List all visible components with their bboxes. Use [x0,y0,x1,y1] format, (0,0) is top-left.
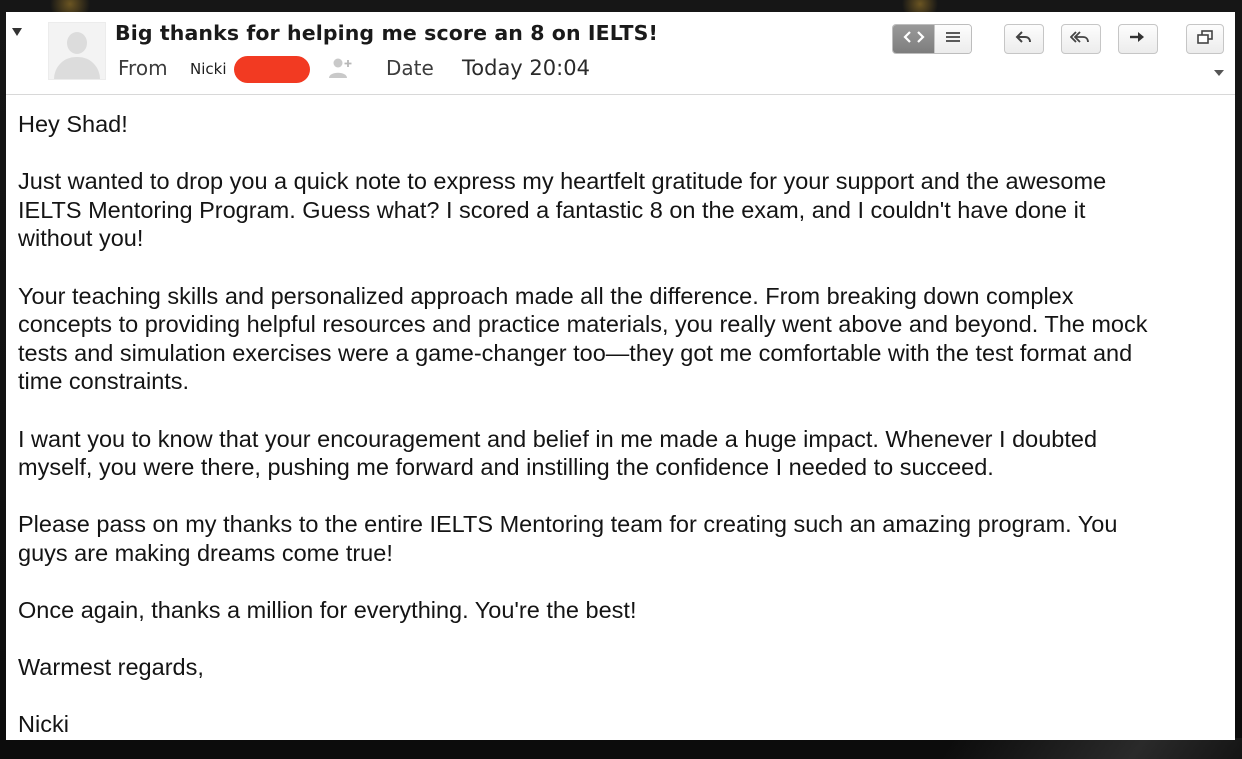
from-label: From [118,56,168,80]
background-swoosh [925,738,1242,759]
windows-icon [1196,29,1214,50]
reply-icon [1015,29,1033,50]
email-subject: Big thanks for helping me score an 8 on … [115,21,658,45]
toggle-source-view-button[interactable] [893,25,934,53]
hamburger-icon [945,30,961,49]
body-paragraph: Just wanted to drop you a quick note to … [18,168,1107,252]
sender-name[interactable]: Nicki [190,60,227,78]
forward-button[interactable] [1118,24,1158,54]
email-body: Hey Shad! Just wanted to drop you a quic… [18,110,1223,740]
more-options-triangle-icon[interactable] [1214,70,1224,76]
greeting-paragraph: Hey Shad! [18,111,128,137]
avatar-head-shape [67,32,87,54]
forward-arrow-icon [1129,30,1147,49]
signature-name: Nicki [18,711,69,738]
body-paragraph: Please pass on my thanks to the entire I… [18,511,1118,566]
reply-all-icon [1069,29,1092,50]
open-in-window-button[interactable] [1186,24,1224,54]
body-paragraph: I want you to know that your encourageme… [18,425,1098,481]
reply-all-button[interactable] [1061,24,1101,54]
sign-off: Warmest regards, [18,654,204,681]
view-menu-button[interactable] [934,25,971,53]
sender-avatar [48,22,106,80]
code-brackets-icon [902,30,925,49]
date-label: Date [386,56,434,80]
redacted-sender-address [234,56,310,83]
add-contact-icon[interactable] [326,56,354,80]
avatar-shoulders-shape [54,57,100,79]
date-value: Today 20:04 [462,56,590,80]
body-paragraph: Your teaching skills and personalized ap… [18,282,1148,395]
reply-button[interactable] [1004,24,1044,54]
email-viewer-window: Big thanks for helping me score an 8 on … [6,12,1235,740]
closing-paragraph: Once again, thanks a million for everyth… [18,597,637,624]
collapse-triangle-icon[interactable] [12,28,22,36]
view-mode-segmented-control [892,24,972,54]
email-header: Big thanks for helping me score an 8 on … [6,12,1235,95]
